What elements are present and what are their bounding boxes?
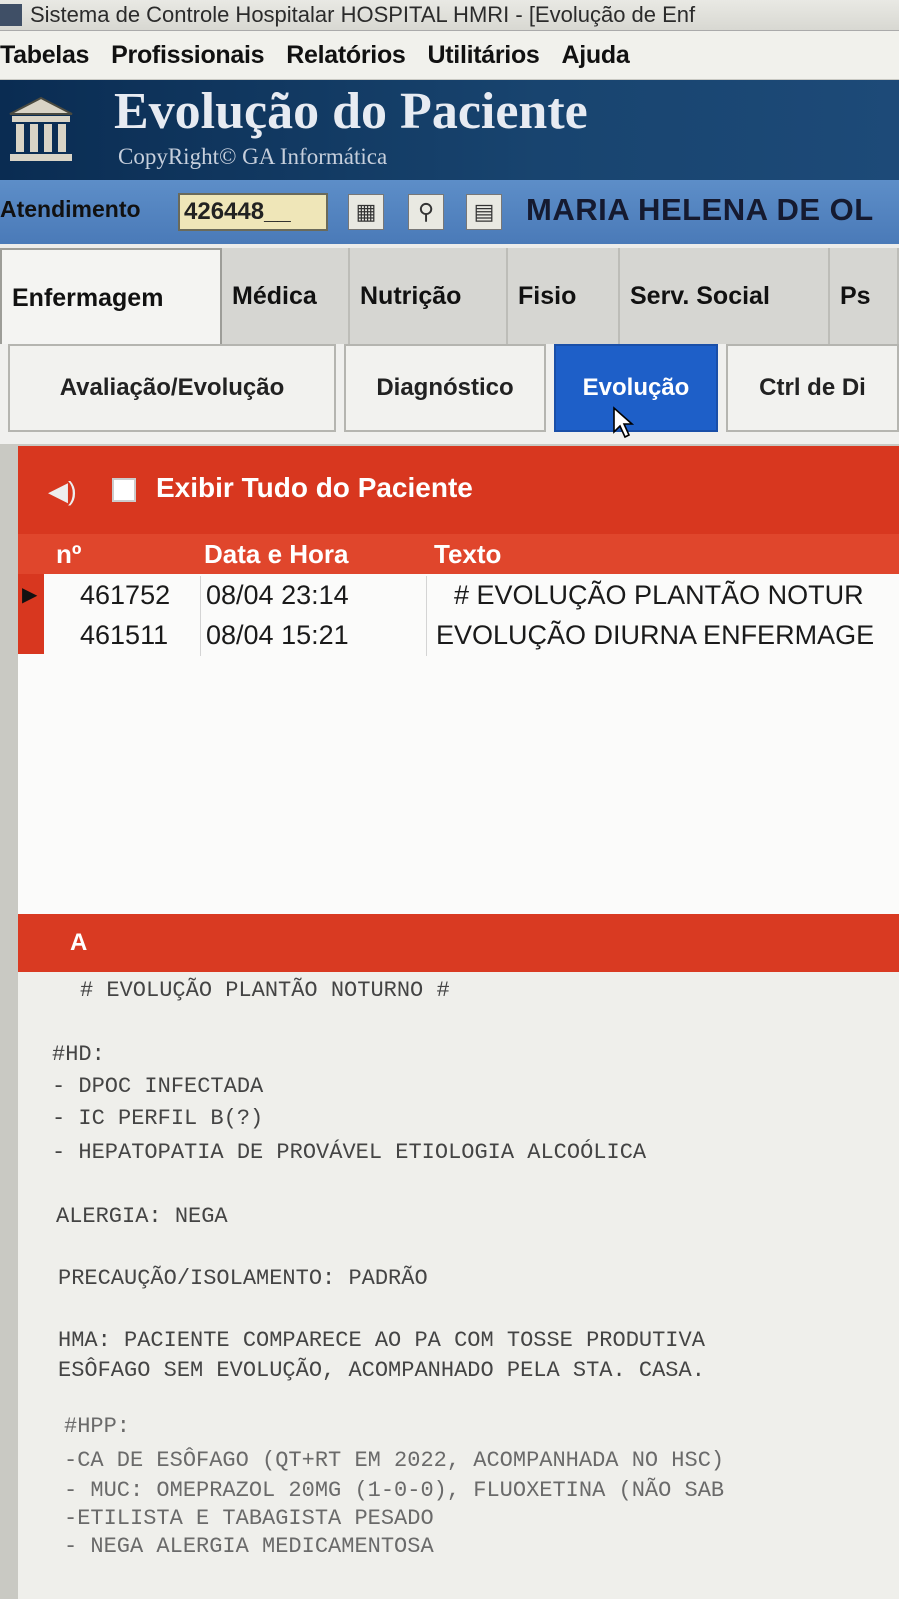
row-text: # EVOLUÇÃO PLANTÃO NOTUR [454,580,864,610]
text-line: - DPOC INFECTADA [52,1074,264,1099]
row-datetime: 08/04 15:21 [206,620,349,650]
calendar-icon[interactable]: ▦ [348,194,384,230]
text-line: - HEPATOPATIA DE PROVÁVEL ETIOLOGIA ALCO… [52,1140,647,1165]
text-line: #HPP: [64,1414,131,1439]
menu-tabelas[interactable]: Tabelas [0,41,89,69]
text-line: -CA DE ESÔFAGO (QT+RT EM 2022, ACOMPANHA… [64,1448,725,1473]
grid-header: nº Data e Hora Texto [18,534,899,574]
tab-serv-social[interactable]: Serv. Social [620,248,830,344]
speaker-icon[interactable]: ◀) [48,476,77,507]
row-number: 461511 [80,620,169,650]
text-line: PRECAUÇÃO/ISOLAMENTO: PADRÃO [58,1266,428,1291]
evolution-text-area[interactable]: # EVOLUÇÃO PLANTÃO NOTURNO # #HD: - DPOC… [18,972,899,1599]
page-title: Evolução do Paciente [114,83,588,140]
column-data-hora[interactable]: Data e Hora [204,539,349,570]
atendimento-input[interactable]: 426448__ [178,193,328,231]
copyright-text: CopyRight© GA Informática [118,144,388,169]
column-texto[interactable]: Texto [434,539,501,570]
section-header: A [18,914,899,972]
tab-ps[interactable]: Ps [830,248,899,344]
tab-nutricao[interactable]: Nutrição [350,248,508,344]
menu-utilitarios[interactable]: Utilitários [428,41,540,69]
text-line: ALERGIA: NEGA [56,1204,228,1229]
current-row-pointer-icon: ▶ [22,584,38,606]
binoculars-icon[interactable]: ⚲ [408,194,444,230]
menu-ajuda[interactable]: Ajuda [562,41,630,69]
divider [200,576,201,616]
divider [426,616,427,656]
section-label: A [70,929,88,956]
sub-tabs: Avaliação/Evolução Diagnóstico Evolução … [0,344,899,444]
text-line: - IC PERFIL B(?) [52,1106,264,1131]
atendimento-bar: Atendimento 426448__ ▦ ⚲ ▤ MARIA HELENA … [0,180,899,244]
tab-enfermagem[interactable]: Enfermagem [0,248,222,344]
table-row[interactable]: 461511 08/04 15:21 EVOLUÇÃO DIURNA ENFER… [18,616,899,656]
header-banner: Evolução do Paciente CopyRight© GA Infor… [0,80,899,180]
text-line: HMA: PACIENTE COMPARECE AO PA COM TOSSE … [58,1328,705,1353]
app-icon[interactable] [0,4,22,26]
tab-ctrl-de-di[interactable]: Ctrl de Di [726,344,899,432]
institution-icon [9,96,73,161]
tab-diagnostico[interactable]: Diagnóstico [344,344,546,432]
patient-name: MARIA HELENA DE OL [526,192,874,227]
show-all-checkbox[interactable] [112,478,136,502]
tab-medica[interactable]: Médica [222,248,350,344]
window-title: Sistema de Controle Hospitalar HOSPITAL … [30,2,696,27]
row-number: 461752 [80,580,171,610]
column-numero[interactable]: nº [56,539,81,570]
table-row[interactable]: ▶ 461752 08/04 23:14 # EVOLUÇÃO PLANTÃO … [18,576,899,616]
text-line: - MUC: OMEPRAZOL 20MG (1-0-0), FLUOXETIN… [64,1478,725,1503]
evolution-grid: ▶ 461752 08/04 23:14 # EVOLUÇÃO PLANTÃO … [18,574,899,914]
window-titlebar: Sistema de Controle Hospitalar HOSPITAL … [0,0,899,31]
row-datetime: 08/04 23:14 [206,580,349,610]
tab-fisio[interactable]: Fisio [508,248,620,344]
mouse-cursor-icon [613,406,635,439]
text-line: # EVOLUÇÃO PLANTÃO NOTURNO # [80,978,450,1003]
text-line: - NEGA ALERGIA MEDICAMENTOSA [64,1534,434,1559]
tab-avaliacao-evolucao[interactable]: Avaliação/Evolução [8,344,336,432]
menu-profissionais[interactable]: Profissionais [111,41,264,69]
show-all-label: Exibir Tudo do Paciente [156,472,473,503]
grid-toolbar: ◀) Exibir Tudo do Paciente [18,446,899,534]
divider [426,576,427,616]
text-line: #HD: [52,1042,105,1067]
divider [200,616,201,656]
text-line: -ETILISTA E TABAGISTA PESADO [64,1506,434,1531]
row-text: EVOLUÇÃO DIURNA ENFERMAGE [436,620,875,650]
menu-bar: Tabelas Profissionais Relatórios Utilitário… [0,31,899,79]
menu-relatorios[interactable]: Relatórios [286,41,406,69]
atendimento-label: Atendimento [0,196,141,222]
main-tabs: Enfermagem Médica Nutrição Fisio Serv. S… [0,244,899,344]
document-icon[interactable]: ▤ [466,194,502,230]
text-line: ESÔFAGO SEM EVOLUÇÃO, ACOMPANHADO PELA S… [58,1358,705,1383]
